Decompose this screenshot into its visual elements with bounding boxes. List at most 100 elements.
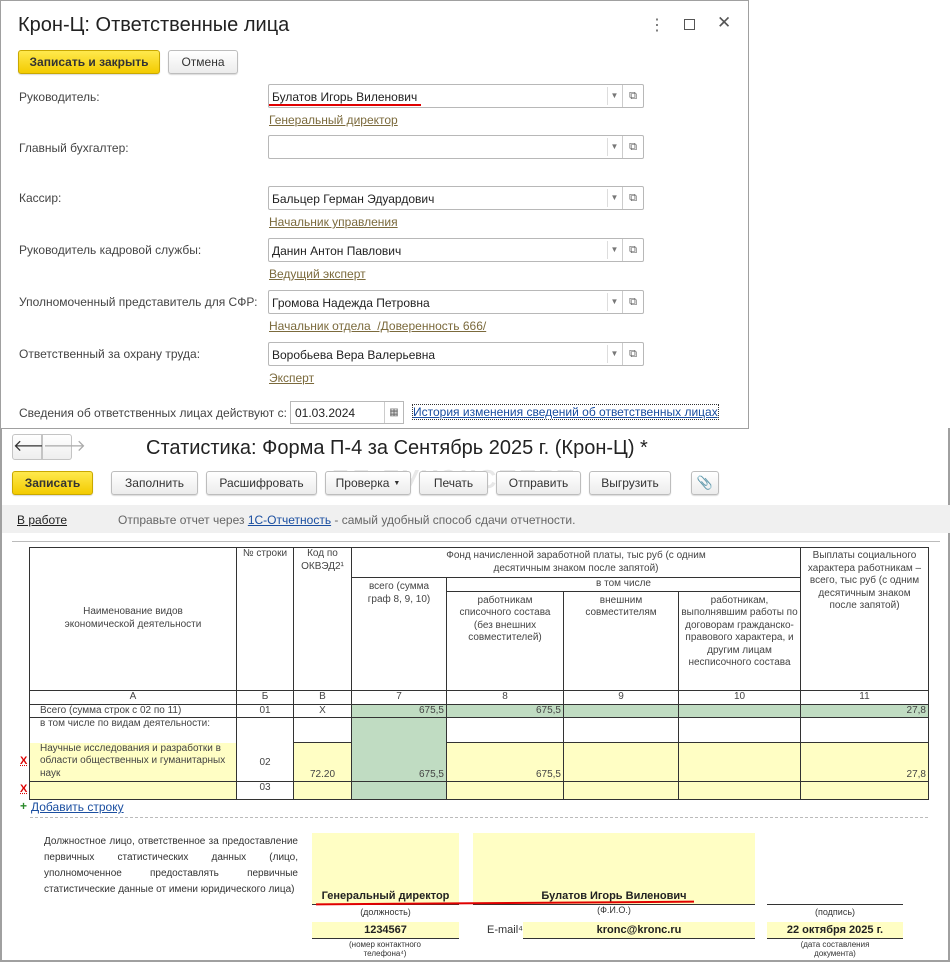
cell-name[interactable]: Научные исследования и разработки в обла… <box>29 742 237 782</box>
col-num: 11 <box>800 689 929 705</box>
cell-code[interactable] <box>293 781 352 800</box>
open-icon[interactable]: ⧉ <box>622 343 643 365</box>
save-close-button[interactable]: Записать и закрыть <box>18 50 160 74</box>
maximize-icon[interactable] <box>684 19 695 30</box>
cell-num-value: 02 <box>259 757 271 768</box>
dialog-title: Крон-Ц: Ответственные лица <box>18 14 290 36</box>
cell-num: 01 <box>236 703 294 718</box>
cell-c9[interactable] <box>563 781 679 800</box>
dropdown-icon[interactable]: ▼ <box>607 87 621 105</box>
cell-name: Всего (сумма строк с 02 по 11) <box>29 703 237 718</box>
history-link[interactable]: История изменения сведений об ответствен… <box>412 404 719 420</box>
dropdown-icon[interactable]: ▼ <box>607 189 621 207</box>
hr-head-field[interactable]: Данин Антон Павлович ▼ ⧉ <box>268 238 644 262</box>
labor-safety-field[interactable]: Воробьева Вера Валерьевна ▼ ⧉ <box>268 342 644 366</box>
decode-button[interactable]: Расшифровать <box>206 471 317 495</box>
position-link[interactable]: Начальник управления <box>269 215 398 229</box>
chief-accountant-field[interactable]: ▼ ⧉ <box>268 135 644 159</box>
field-label: Кассир: <box>19 191 62 205</box>
field-label: Руководитель кадровой службы: <box>19 243 202 257</box>
add-row-link[interactable]: Добавить строку <box>31 800 124 814</box>
calendar-icon[interactable]: ▦ <box>384 402 403 423</box>
field-label: Уполномоченный представитель для СФР: <box>19 295 258 309</box>
field-value: Булатов Игорь Виленович <box>272 90 418 104</box>
cell-c10[interactable] <box>678 781 801 800</box>
delete-row-icon[interactable]: Х <box>20 755 27 767</box>
table-row[interactable]: Научные исследования и разработки в обла… <box>29 742 929 782</box>
cell-c7 <box>351 781 447 800</box>
open-icon[interactable]: ⧉ <box>622 291 643 313</box>
email-field[interactable]: kronc@kronc.ru <box>523 922 755 939</box>
position-link[interactable]: Ведущий эксперт <box>269 267 366 281</box>
cancel-button[interactable]: Отмена <box>168 50 238 74</box>
open-icon[interactable]: ⧉ <box>622 239 643 261</box>
valid-from-date-input[interactable]: 01.03.2024 ▦ <box>290 401 404 424</box>
cell-c11: 27,8 <box>800 703 929 718</box>
position-link[interactable]: Генеральный директор <box>269 113 398 127</box>
cell-name[interactable] <box>29 781 237 800</box>
report-table: Наименование видов экономической деятель… <box>29 547 929 800</box>
header-c9: внешним совместителям <box>563 590 679 691</box>
cell-c7: 675,5 <box>351 703 447 718</box>
more-icon[interactable]: ⋮ <box>649 15 665 35</box>
status-link[interactable]: В работе <box>17 513 67 527</box>
back-icon[interactable]: 🡐 <box>12 434 56 460</box>
header-social: Выплаты социального характера работникам… <box>800 547 929 691</box>
cell-num: 03 <box>236 781 294 800</box>
1c-reporting-link[interactable]: 1С-Отчетность <box>248 513 331 527</box>
print-button[interactable]: Печать <box>419 471 488 495</box>
col-num: А <box>29 689 237 705</box>
attachment-icon[interactable]: 📎 <box>691 471 719 495</box>
info-text: Отправьте отчет через 1С-Отчетность - са… <box>118 513 575 527</box>
col-num: 9 <box>563 689 679 705</box>
field-value: Данин Антон Павлович <box>272 244 402 258</box>
phone-caption: (номер контактного телефона⁴) <box>349 940 421 958</box>
header-including: в том числе <box>446 577 801 592</box>
header-total: всего (сумма граф 8, 9, 10) <box>351 577 447 691</box>
open-icon[interactable]: ⧉ <box>622 136 643 158</box>
dropdown-icon[interactable]: ▼ <box>607 241 621 259</box>
fio-caption: (Ф.И.О.) <box>597 905 631 915</box>
field-value: Воробьева Вера Валерьевна <box>272 348 436 362</box>
responsible-persons-dialog: Крон-Ц: Ответственные лица ⋮ ✕ Записать … <box>0 0 749 429</box>
export-button[interactable]: Выгрузить <box>589 471 671 495</box>
dropdown-icon[interactable]: ▼ <box>607 293 621 311</box>
field-value: Громова Надежда Петровна <box>272 296 430 310</box>
field-label: Руководитель: <box>19 90 100 104</box>
fill-button[interactable]: Заполнить <box>111 471 198 495</box>
position-link[interactable]: Начальник отдела /Доверенность 666/ <box>269 319 486 333</box>
send-button[interactable]: Отправить <box>496 471 581 495</box>
check-button[interactable]: Проверка ▼ <box>325 471 411 495</box>
save-button[interactable]: Записать <box>12 471 93 495</box>
cell-c10[interactable] <box>678 742 801 782</box>
cell-c8[interactable] <box>446 781 564 800</box>
signature-line <box>767 904 903 905</box>
cell-c11[interactable] <box>800 781 929 800</box>
close-icon[interactable]: ✕ <box>717 13 731 33</box>
info-bar: В работе Отправьте отчет через 1С-Отчетн… <box>2 505 950 533</box>
dropdown-icon[interactable]: ▼ <box>607 138 621 156</box>
sfr-representative-field[interactable]: Громова Надежда Петровна ▼ ⧉ <box>268 290 644 314</box>
header-name: Наименование видов экономической деятель… <box>29 547 237 691</box>
open-icon[interactable]: ⧉ <box>622 187 643 209</box>
phone-field[interactable]: 1234567 <box>312 922 459 939</box>
table-row[interactable]: 03 <box>29 781 929 800</box>
cell-c7[interactable]: 675,5 <box>351 717 447 782</box>
header-c8: работникам списочного состава (без внешн… <box>446 590 564 691</box>
delete-row-icon[interactable]: Х <box>20 783 27 795</box>
cell-code: Х <box>293 703 352 718</box>
position-field[interactable]: Генеральный директор <box>312 833 459 905</box>
fio-field[interactable]: Булатов Игорь Виленович <box>473 833 755 905</box>
position-link[interactable]: Эксперт <box>269 371 314 385</box>
forward-icon[interactable]: 🡒 <box>42 434 86 460</box>
cell-c9[interactable] <box>563 742 679 782</box>
cell-c8[interactable]: 675,5 <box>446 742 564 782</box>
open-icon[interactable]: ⧉ <box>622 85 643 107</box>
dropdown-icon[interactable]: ▼ <box>607 345 621 363</box>
table-row: Всего (сумма строк с 02 по 11) 01 Х 675,5 67… <box>29 703 929 718</box>
cell-code[interactable]: 72.20 <box>293 742 352 782</box>
field-value: Бальцер Герман Эдуардович <box>272 192 435 206</box>
cashier-field[interactable]: Бальцер Герман Эдуардович ▼ ⧉ <box>268 186 644 210</box>
cell-c11[interactable]: 27,8 <box>800 742 929 782</box>
date-field[interactable]: 22 октября 2025 г. <box>767 922 903 939</box>
